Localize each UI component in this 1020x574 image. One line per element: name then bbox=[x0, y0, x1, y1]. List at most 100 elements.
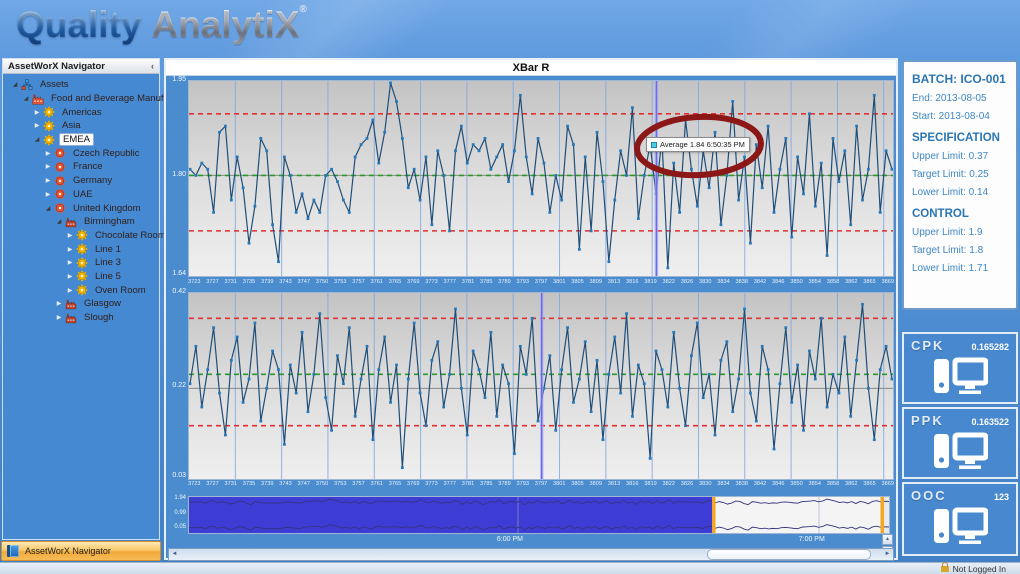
x-tick-label: 3723 bbox=[188, 481, 200, 492]
x-tick-label: 3761 bbox=[371, 481, 383, 492]
scrollbar-thumb[interactable] bbox=[707, 549, 872, 560]
tree-item-emea[interactable]: ◢ EMEA bbox=[3, 133, 159, 147]
ooc-label: OOC bbox=[911, 488, 994, 503]
tree-item-uae[interactable]: ▶ UAE bbox=[3, 188, 159, 202]
scroll-right-arrow[interactable]: ► bbox=[882, 549, 893, 560]
tree-item-asia[interactable]: ▶ Asia bbox=[3, 119, 159, 133]
cpk-label: CPK bbox=[911, 338, 971, 353]
x-tick-label: 3761 bbox=[371, 279, 383, 290]
x-tick-label: 3747 bbox=[298, 481, 310, 492]
expand-node-icon[interactable]: ▶ bbox=[55, 314, 63, 321]
tree-item-germany[interactable]: ▶ Germany bbox=[3, 174, 159, 188]
tree-item-line-5[interactable]: ▶ Line 5 bbox=[3, 270, 159, 284]
collapse-node-icon[interactable]: ◢ bbox=[11, 81, 19, 88]
expand-node-icon[interactable]: ▶ bbox=[44, 177, 52, 184]
collapse-node-icon[interactable]: ◢ bbox=[44, 205, 52, 212]
x-tick-label: 3777 bbox=[444, 279, 456, 290]
collapse-node-icon[interactable]: ◢ bbox=[22, 95, 30, 102]
ppk-value: 0.163522 bbox=[971, 417, 1009, 427]
tree-item-food-and-beverage-manufacturing[interactable]: ◢ Food and Beverage Manufacturing bbox=[3, 92, 159, 106]
tree-item-assets[interactable]: ◢ Assets bbox=[3, 78, 159, 92]
collapse-node-icon[interactable]: ◢ bbox=[33, 136, 41, 143]
x-tick-label: 3789 bbox=[498, 279, 510, 290]
gear-yellow-icon bbox=[76, 229, 89, 241]
x-tick-label: 3826 bbox=[681, 481, 693, 492]
x-tick-label: 3750 bbox=[316, 279, 328, 290]
tree-item-label: France bbox=[70, 161, 106, 172]
x-tick-label: 3731 bbox=[225, 481, 237, 492]
tree-item-label: Oven Room bbox=[92, 285, 149, 296]
x-tick-label: 3731 bbox=[225, 279, 237, 290]
tree-item-label: Birmingham bbox=[81, 216, 138, 227]
xbar-ytick-bottom: 1.64 bbox=[166, 270, 186, 277]
time-label-7pm: 7:00 PM bbox=[799, 536, 825, 543]
expand-node-icon[interactable]: ▶ bbox=[66, 246, 74, 253]
overview-ytick-mid: 0.99 bbox=[167, 510, 186, 516]
expand-node-icon[interactable]: ▶ bbox=[44, 191, 52, 198]
x-tick-label: 3809 bbox=[590, 481, 602, 492]
xbar-ytick-top: 1.95 bbox=[166, 76, 186, 83]
tree-item-slough[interactable]: ▶ Slough bbox=[3, 311, 159, 325]
timeline-overview[interactable] bbox=[188, 496, 890, 534]
control-upper-limit: Upper Limit: 1.9 bbox=[912, 227, 1008, 238]
expand-node-icon[interactable]: ▶ bbox=[44, 163, 52, 170]
x-tick-label: 3753 bbox=[334, 279, 346, 290]
x-tick-label: 3846 bbox=[772, 279, 784, 290]
registered-mark: ® bbox=[299, 4, 306, 15]
expand-node-icon[interactable]: ▶ bbox=[66, 273, 74, 280]
x-tick-label: 3865 bbox=[863, 481, 875, 492]
x-tick-label: 3739 bbox=[261, 481, 273, 492]
x-tick-label: 3826 bbox=[681, 279, 693, 290]
x-tick-label: 3865 bbox=[863, 279, 875, 290]
range-chart-plot[interactable] bbox=[188, 292, 894, 480]
expand-node-icon[interactable]: ▶ bbox=[33, 122, 41, 129]
chart-title: XBar R bbox=[166, 60, 896, 76]
horizontal-scrollbar[interactable]: ◄ ► bbox=[168, 548, 894, 561]
scrollbar-track[interactable] bbox=[180, 549, 882, 560]
tree-item-czech-republic[interactable]: ▶ Czech Republic bbox=[3, 146, 159, 160]
tree-item-line-3[interactable]: ▶ Line 3 bbox=[3, 256, 159, 270]
x-tick-label: 3769 bbox=[407, 481, 419, 492]
xbar-ytick-mid: 1.80 bbox=[166, 171, 186, 178]
gear-red-icon bbox=[54, 175, 67, 187]
tree-item-chocolate-room[interactable]: ▶ Chocolate Room bbox=[3, 229, 159, 243]
assetworx-navigator-taskbar-button[interactable]: AssetWorX Navigator bbox=[1, 541, 161, 561]
spec-upper-limit: Upper Limit: 0.37 bbox=[912, 151, 1008, 162]
spec-lower-limit: Lower Limit: 0.14 bbox=[912, 187, 1008, 198]
tree-item-line-1[interactable]: ▶ Line 1 bbox=[3, 242, 159, 256]
tree-item-oven-room[interactable]: ▶ Oven Room bbox=[3, 283, 159, 297]
tree-item-france[interactable]: ▶ France bbox=[3, 160, 159, 174]
gear-red-icon bbox=[54, 202, 67, 214]
tree-item-birmingham[interactable]: ◢ Birmingham bbox=[3, 215, 159, 229]
expand-node-icon[interactable]: ▶ bbox=[66, 287, 74, 294]
x-tick-label: 3797 bbox=[535, 481, 547, 492]
expand-node-icon[interactable]: ▶ bbox=[33, 109, 41, 116]
control-header: CONTROL bbox=[912, 208, 1008, 220]
x-tick-label: 3747 bbox=[298, 279, 310, 290]
logo-quality: Quality bbox=[16, 4, 141, 45]
x-tick-label: 3777 bbox=[444, 481, 456, 492]
scroll-up-button[interactable]: ▲ bbox=[882, 534, 893, 545]
x-tick-label: 3819 bbox=[644, 279, 656, 290]
x-tick-label: 3743 bbox=[279, 279, 291, 290]
expand-node-icon[interactable]: ▶ bbox=[66, 259, 74, 266]
xbar-chart-plot[interactable] bbox=[188, 80, 894, 277]
ppk-label: PPK bbox=[911, 413, 971, 428]
tree-item-label: Germany bbox=[70, 175, 115, 186]
x-tick-label: 3723 bbox=[188, 279, 200, 290]
tree-item-united-kingdom[interactable]: ◢ United Kingdom bbox=[3, 201, 159, 215]
x-tick-label: 3842 bbox=[754, 481, 766, 492]
tree-item-glasgow[interactable]: ▶ Glasgow bbox=[3, 297, 159, 311]
tree-item-label: Assets bbox=[37, 79, 72, 90]
x-tick-label: 3735 bbox=[243, 279, 255, 290]
tree-item-americas[interactable]: ▶ Americas bbox=[3, 105, 159, 119]
collapse-node-icon[interactable]: ◢ bbox=[55, 218, 63, 225]
x-tick-label: 3850 bbox=[790, 481, 802, 492]
expand-node-icon[interactable]: ▶ bbox=[44, 150, 52, 157]
expand-node-icon[interactable]: ▶ bbox=[66, 232, 74, 239]
scroll-left-arrow[interactable]: ◄ bbox=[169, 549, 180, 560]
x-tick-label: 3838 bbox=[736, 279, 748, 290]
x-tick-label: 3727 bbox=[206, 279, 218, 290]
expand-node-icon[interactable]: ▶ bbox=[55, 300, 63, 307]
collapse-panel-icon[interactable]: ‹ bbox=[151, 61, 154, 71]
